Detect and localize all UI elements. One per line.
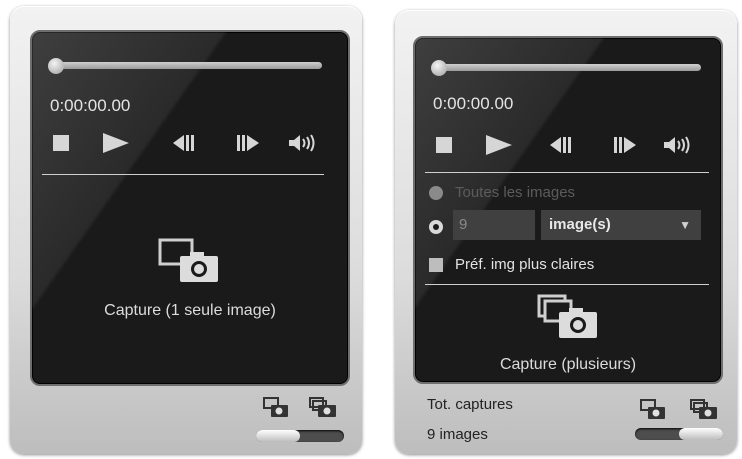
image-unit-select[interactable]: image(s) ▼ [541,210,701,240]
total-captures-label: Tot. captures [427,396,513,413]
all-images-radio[interactable] [429,186,443,200]
brighter-images-label: Préf. img plus claires [455,256,595,273]
controls-divider [425,172,709,173]
next-frame-icon[interactable] [236,134,260,152]
stop-icon[interactable] [435,136,453,154]
seek-slider-track[interactable] [435,64,701,71]
brighter-images-checkbox[interactable] [429,258,443,272]
options-divider [425,284,709,285]
dropdown-arrow-icon: ▼ [679,218,691,232]
controls-divider [42,174,324,175]
seek-slider-knob[interactable] [431,60,447,76]
seek-slider-knob[interactable] [48,58,64,74]
mode-switch-thumb[interactable] [679,428,723,440]
all-images-label: Toutes les images [455,184,576,201]
multi-preview-screen: 0:00:00.00 Toutes les images 9 image(s) … [413,36,723,384]
single-preview-screen: 0:00:00.00 Capture (1 seule image) [30,30,350,386]
play-icon[interactable] [485,134,513,156]
time-display: 0:00:00.00 [50,96,131,115]
capture-single-icon[interactable] [158,238,220,284]
total-captures-value: 9 images [427,426,488,443]
multi-capture-mode-icon[interactable] [308,396,338,418]
stop-icon[interactable] [52,134,70,152]
mode-switch[interactable] [635,428,723,440]
mode-switch-thumb[interactable] [256,430,300,442]
single-capture-mode-icon[interactable] [262,396,290,418]
image-unit-value: image(s) [549,216,611,233]
single-capture-panel: 0:00:00.00 Capture (1 seule image) [10,6,362,454]
volume-icon[interactable] [663,135,691,155]
image-count-input[interactable]: 9 [453,210,535,240]
multi-capture-panel: 0:00:00.00 Toutes les images 9 image(s) … [395,10,737,454]
previous-frame-icon[interactable] [172,134,196,152]
image-count-radio[interactable] [429,220,443,234]
next-frame-icon[interactable] [613,136,637,154]
capture-label[interactable]: Capture (plusieurs) [415,356,721,374]
previous-frame-icon[interactable] [549,136,573,154]
single-capture-mode-icon[interactable] [639,398,667,420]
time-display: 0:00:00.00 [433,94,514,113]
mode-switch[interactable] [256,430,344,442]
capture-multiple-icon[interactable] [537,294,599,340]
seek-slider-track[interactable] [52,62,322,69]
capture-label[interactable]: Capture (1 seule image) [32,302,348,320]
play-icon[interactable] [102,132,130,154]
multi-capture-mode-icon[interactable] [689,398,719,420]
volume-icon[interactable] [288,133,316,153]
